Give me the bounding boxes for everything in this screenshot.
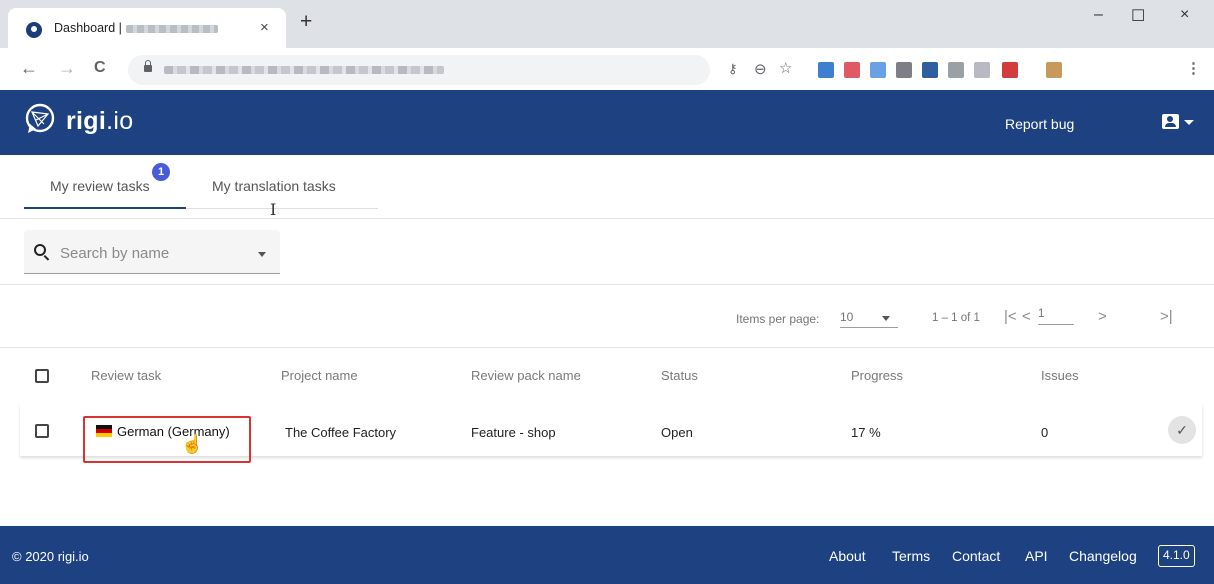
tab-close-icon[interactable]: × bbox=[260, 19, 269, 36]
chevron-down-icon bbox=[882, 316, 890, 321]
column-header-status[interactable]: Status bbox=[661, 368, 698, 383]
extension-icon[interactable] bbox=[1002, 62, 1018, 78]
progress-cell: 17 % bbox=[851, 425, 881, 440]
search-field[interactable] bbox=[24, 230, 280, 274]
column-header-review-task[interactable]: Review task bbox=[91, 368, 161, 383]
browser-toolbar: ← → C ⚷ ⊖ ☆ ⋮ bbox=[0, 48, 1214, 90]
chevron-down-icon[interactable] bbox=[1184, 120, 1194, 125]
logo-rest-text: .io bbox=[106, 107, 134, 135]
items-per-page-label: Items per page: bbox=[736, 312, 820, 326]
profile-icon[interactable] bbox=[1046, 62, 1062, 78]
reload-icon[interactable]: C bbox=[94, 59, 106, 77]
next-page-button[interactable]: > bbox=[1098, 308, 1107, 325]
column-header-review-pack-name[interactable]: Review pack name bbox=[471, 368, 581, 383]
tab-my-review-tasks[interactable]: My review tasks bbox=[50, 178, 150, 194]
zoom-icon[interactable]: ⊖ bbox=[754, 60, 767, 78]
column-header-progress[interactable]: Progress bbox=[851, 368, 903, 383]
status-cell: Open bbox=[661, 425, 693, 440]
search-input[interactable] bbox=[60, 242, 240, 264]
browser-menu-icon[interactable]: ⋮ bbox=[1186, 59, 1201, 77]
tab-badge: 1 bbox=[152, 163, 170, 181]
extension-icon[interactable] bbox=[818, 62, 834, 78]
rigi-favicon-icon bbox=[26, 22, 42, 38]
account-box-icon[interactable] bbox=[1162, 114, 1179, 129]
issues-cell: 0 bbox=[1041, 425, 1049, 440]
previous-page-button[interactable]: < bbox=[1022, 308, 1031, 325]
column-header-project-name[interactable]: Project name bbox=[281, 368, 358, 383]
items-per-page-select[interactable]: 10 bbox=[840, 310, 898, 328]
forward-icon[interactable]: → bbox=[58, 58, 76, 79]
back-icon[interactable]: ← bbox=[20, 58, 38, 79]
app-header: rigi.io Report bug bbox=[0, 90, 1214, 155]
footer-link-contact[interactable]: Contact bbox=[952, 548, 1000, 564]
redacted-url bbox=[164, 66, 444, 74]
tab-my-translation-tasks[interactable]: My translation tasks bbox=[212, 178, 336, 194]
extension-icon[interactable] bbox=[922, 62, 938, 78]
footer-link-changelog[interactable]: Changelog bbox=[1069, 548, 1137, 564]
extension-icon[interactable] bbox=[948, 62, 964, 78]
report-bug-link[interactable]: Report bug bbox=[1005, 116, 1074, 132]
first-page-button[interactable]: |< bbox=[1004, 308, 1017, 325]
task-tabs: My review tasks 1 My translation tasks bbox=[0, 155, 1214, 219]
page-number-value: 1 bbox=[1038, 308, 1045, 320]
rigi-logo-icon[interactable] bbox=[24, 102, 58, 136]
redacted-text bbox=[125, 24, 218, 33]
chevron-down-icon[interactable] bbox=[258, 252, 266, 257]
highlight-annotation bbox=[83, 416, 251, 463]
copyright-text: © 2020 rigi.io bbox=[12, 549, 89, 564]
key-icon[interactable]: ⚷ bbox=[728, 61, 738, 77]
extension-icon[interactable] bbox=[896, 62, 912, 78]
search-icon bbox=[34, 244, 46, 256]
browser-tab-title: Dashboard | bbox=[54, 21, 218, 35]
extension-icon[interactable] bbox=[870, 62, 886, 78]
window-maximize-button[interactable]: ☐ bbox=[1131, 6, 1145, 26]
items-per-page-value: 10 bbox=[840, 310, 854, 324]
app-footer: © 2020 rigi.io About Terms Contact API C… bbox=[0, 526, 1214, 584]
active-tab-indicator bbox=[24, 207, 186, 209]
rigi-logo-text[interactable]: rigi.io bbox=[66, 107, 133, 136]
version-badge: 4.1.0 bbox=[1158, 545, 1195, 567]
text-cursor-icon: I bbox=[270, 200, 277, 219]
column-header-issues[interactable]: Issues bbox=[1041, 368, 1079, 383]
page-number-input[interactable]: 1 bbox=[1038, 307, 1074, 325]
extension-icon[interactable] bbox=[844, 62, 860, 78]
new-tab-button[interactable]: + bbox=[300, 11, 312, 32]
window-minimize-button[interactable]: – bbox=[1094, 6, 1103, 24]
complete-task-button[interactable]: ✓ bbox=[1168, 416, 1196, 444]
window-close-button[interactable]: × bbox=[1180, 6, 1189, 24]
footer-link-api[interactable]: API bbox=[1025, 548, 1048, 564]
browser-tabstrip: Dashboard | × + – ☐ × bbox=[0, 0, 1214, 48]
pager-range-label: 1 – 1 of 1 bbox=[932, 312, 980, 324]
browser-tab[interactable]: Dashboard | × bbox=[8, 8, 286, 48]
review-pack-name-cell: Feature - shop bbox=[471, 425, 556, 440]
project-name-cell: The Coffee Factory bbox=[285, 425, 397, 440]
select-all-checkbox[interactable] bbox=[35, 369, 49, 383]
row-checkbox[interactable] bbox=[35, 424, 49, 438]
lock-icon bbox=[144, 60, 152, 72]
address-bar[interactable] bbox=[128, 55, 710, 85]
footer-link-about[interactable]: About bbox=[829, 548, 866, 564]
star-icon[interactable]: ☆ bbox=[779, 59, 792, 77]
divider bbox=[0, 347, 1214, 348]
hand-pointer-icon: ☝ bbox=[181, 434, 204, 454]
footer-link-terms[interactable]: Terms bbox=[892, 548, 930, 564]
extension-icon[interactable] bbox=[974, 62, 990, 78]
last-page-button[interactable]: >| bbox=[1160, 308, 1173, 325]
logo-bold-text: rigi bbox=[66, 107, 107, 135]
browser-tab-title-text: Dashboard | bbox=[54, 21, 122, 35]
divider bbox=[0, 284, 1214, 285]
